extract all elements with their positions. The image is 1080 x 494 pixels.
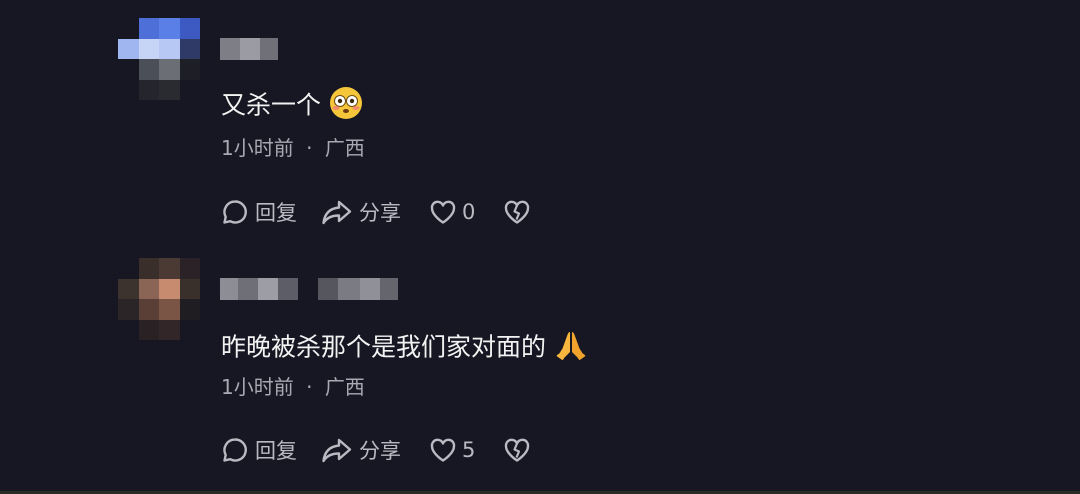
comment-text: 又杀一个 [221,86,363,127]
comment-bubble-icon [221,198,249,226]
heart-icon [429,437,457,463]
share-arrow-icon [321,436,353,464]
avatar[interactable] [118,18,200,100]
comment-body: 昨晚被杀那个是我们家对面的 [221,332,547,362]
timestamp: 1小时前 [221,136,294,160]
reply-button[interactable]: 回复 [221,435,297,465]
share-label: 分享 [359,439,401,463]
like-button[interactable]: 0 [429,199,475,225]
location: 广西 [324,136,365,160]
share-button[interactable]: 分享 [321,435,401,465]
comment-bubble-icon [221,436,249,464]
username-blurred[interactable] [220,278,298,300]
broken-heart-icon [503,437,531,463]
share-button[interactable]: 分享 [321,197,401,227]
comment-meta: 1小时前 · 广西 [221,135,365,161]
comment-meta: 1小时前 · 广西 [221,374,365,400]
like-count: 0 [462,200,476,224]
like-count: 5 [462,438,476,462]
folded-hands-emoji-icon [554,328,588,369]
reply-button[interactable]: 回复 [221,197,297,227]
comment-actions: 回复 分享 0 [221,198,531,226]
avatar[interactable] [118,258,200,340]
reply-label: 回复 [255,201,297,225]
meta-separator: · [306,136,313,160]
heart-icon [429,199,457,225]
username-blurred[interactable] [220,38,278,60]
timestamp: 1小时前 [221,375,294,399]
reply-label: 回复 [255,439,297,463]
badge-blurred [318,278,398,300]
broken-heart-icon [503,199,531,225]
dislike-button[interactable] [503,199,531,225]
meta-separator: · [306,375,313,399]
comment-actions: 回复 分享 5 [221,436,531,464]
comment-item: 昨晚被杀那个是我们家对面的 1小时前 · 广西 回复 分享 5 [0,250,1080,494]
share-label: 分享 [359,201,401,225]
dislike-button[interactable] [503,437,531,463]
flushed-face-emoji-icon [329,86,363,127]
comment-body: 又杀一个 [221,90,322,120]
like-button[interactable]: 5 [429,437,475,463]
comment-text: 昨晚被杀那个是我们家对面的 [221,328,588,369]
location: 广西 [324,375,365,399]
comment-item: 又杀一个 1小时前 · 广西 回复 分享 0 [0,0,1080,250]
share-arrow-icon [321,198,353,226]
